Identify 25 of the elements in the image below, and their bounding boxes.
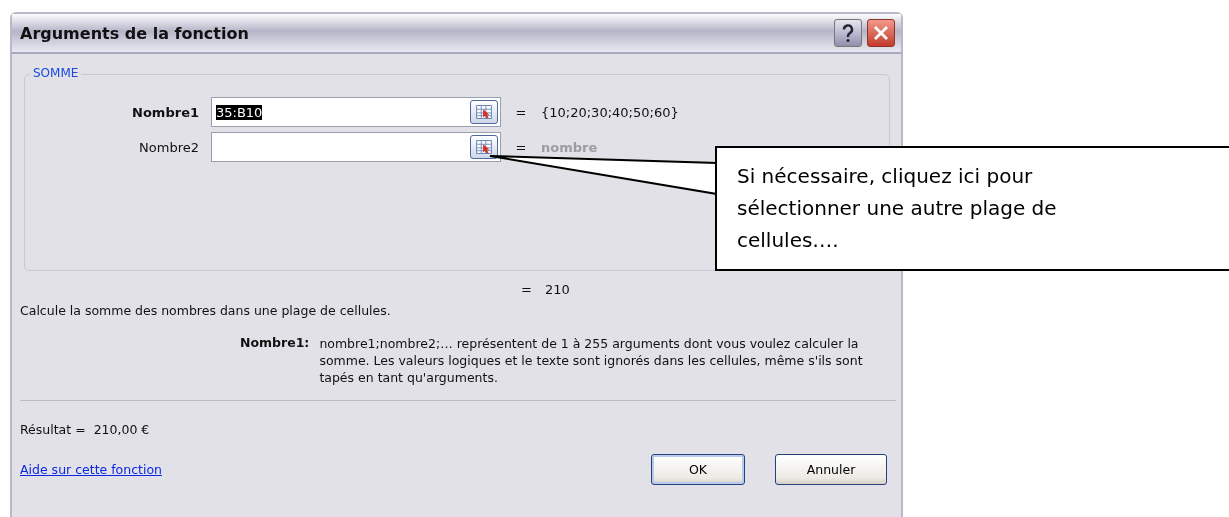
argument-label: Nombre1 <box>131 104 200 120</box>
argument-result: nombre <box>541 139 599 155</box>
function-description: Calcule la somme des nombres dans une plage de cellules. <box>20 303 392 318</box>
argument-input[interactable]: 35:B10 <box>211 97 501 127</box>
range-select-icon[interactable] <box>470 135 498 159</box>
result-value: 210,00 € <box>93 422 150 437</box>
argument-help-text: nombre1;nombre2;… représentent de 1 à 255 arguments dont vous voulez calculer la somme. Les valeurs logiques et le texte sont ignorés dans les cellules, même s'ils sont tapés en tant qu'arguments. <box>319 335 864 386</box>
formula-result: 210 <box>544 282 570 297</box>
result-label: Résultat = <box>20 422 86 437</box>
argument-result: {10;20;30;40;50;60} <box>541 104 680 120</box>
argument-help-label: Nombre1: <box>240 335 310 352</box>
equals-sign: = <box>514 104 528 120</box>
ok-button[interactable]: OK <box>651 454 745 485</box>
close-icon[interactable] <box>867 19 895 47</box>
help-icon[interactable] <box>834 19 862 47</box>
callout: Si nécessaire, cliquez ici pour sélectionner une autre plage de cellules…. <box>715 146 1229 271</box>
equals-sign: = <box>521 282 532 297</box>
equals-sign: = <box>514 139 528 155</box>
argument-value: 35:B10 <box>216 104 263 120</box>
argument-input[interactable] <box>211 132 501 162</box>
cancel-button[interactable]: Annuler <box>775 454 887 485</box>
argument-label: Nombre2 <box>138 139 200 155</box>
function-name: SOMME <box>30 66 82 80</box>
help-link[interactable]: Aide sur cette fonction <box>20 462 162 477</box>
window-title: Arguments de la fonction <box>20 23 250 43</box>
